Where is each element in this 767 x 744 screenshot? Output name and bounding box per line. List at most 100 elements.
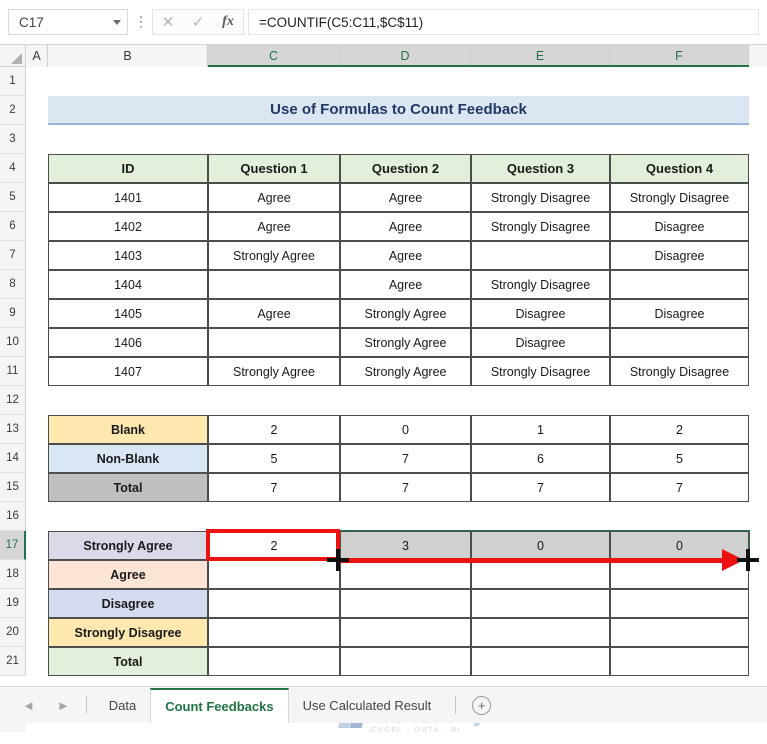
table-cell[interactable]: 1407 — [48, 357, 208, 386]
table-cell[interactable]: Agree — [208, 212, 340, 241]
table-cell[interactable]: 7 — [610, 473, 749, 502]
table-cell[interactable]: 1401 — [48, 183, 208, 212]
table-cell[interactable]: Agree — [340, 183, 471, 212]
table-cell[interactable] — [340, 618, 471, 647]
sheet-tab-data[interactable]: Data — [95, 688, 150, 723]
response-row-label[interactable]: Strongly Agree — [48, 531, 208, 560]
table-cell[interactable] — [471, 589, 610, 618]
table-cell[interactable]: Strongly Disagree — [471, 183, 610, 212]
table-cell[interactable]: 6 — [471, 444, 610, 473]
chevron-down-icon[interactable] — [113, 19, 121, 25]
check-icon[interactable]: ✓ — [183, 10, 213, 34]
row-header-2[interactable]: 2 — [0, 96, 26, 125]
row-header-6[interactable]: 6 — [0, 212, 26, 241]
table-cell[interactable]: Strongly Disagree — [471, 357, 610, 386]
column-header-g[interactable] — [749, 45, 767, 67]
table-cell[interactable]: Strongly Agree — [208, 241, 340, 270]
table-cell[interactable]: 5 — [208, 444, 340, 473]
table-cell[interactable] — [610, 589, 749, 618]
table-cell[interactable] — [610, 647, 749, 676]
next-sheet-icon[interactable]: ► — [57, 698, 70, 713]
sheet-tab-count-feedbacks[interactable]: Count Feedbacks — [150, 687, 289, 723]
row-header-7[interactable]: 7 — [0, 241, 26, 270]
row-header-3[interactable]: 3 — [0, 125, 26, 154]
row-header-20[interactable]: 20 — [0, 618, 26, 647]
previous-sheet-icon[interactable]: ◄ — [22, 698, 35, 713]
name-box[interactable]: C17 — [8, 9, 128, 35]
table-cell[interactable] — [208, 560, 340, 589]
table-cell[interactable]: 1404 — [48, 270, 208, 299]
table-cell[interactable]: 2 — [208, 415, 340, 444]
table-cell[interactable] — [340, 589, 471, 618]
table-cell[interactable]: Strongly Disagree — [471, 270, 610, 299]
table-cell[interactable]: 1 — [471, 415, 610, 444]
table-cell[interactable]: Strongly Agree — [340, 357, 471, 386]
select-all-corner[interactable] — [0, 45, 26, 67]
table-cell[interactable]: Agree — [340, 212, 471, 241]
row-header-1[interactable]: 1 — [0, 67, 26, 96]
table-cell[interactable]: Strongly Agree — [340, 328, 471, 357]
table-cell[interactable] — [610, 270, 749, 299]
row-header-4[interactable]: 4 — [0, 154, 26, 183]
table-cell[interactable] — [471, 647, 610, 676]
table-cell[interactable] — [208, 618, 340, 647]
count-row-label[interactable]: Blank — [48, 415, 208, 444]
add-sheet-icon[interactable]: + — [472, 695, 492, 715]
row-header-13[interactable]: 13 — [0, 415, 26, 444]
row-header-15[interactable]: 15 — [0, 473, 26, 502]
row-header-8[interactable]: 8 — [0, 270, 26, 299]
table-cell[interactable]: Disagree — [610, 299, 749, 328]
table-cell[interactable] — [340, 560, 471, 589]
count-row-label[interactable]: Non-Blank — [48, 444, 208, 473]
table-cell[interactable] — [471, 241, 610, 270]
table-cell[interactable]: 2 — [610, 415, 749, 444]
table-cell[interactable] — [340, 647, 471, 676]
table-cell[interactable]: Disagree — [610, 212, 749, 241]
active-cell-c17[interactable]: 2 — [208, 531, 340, 560]
table-cell[interactable]: 7 — [208, 473, 340, 502]
formula-input[interactable]: =COUNTIF(C5:C11,$C$11) — [248, 9, 759, 35]
row-header-5[interactable]: 5 — [0, 183, 26, 212]
row-header-19[interactable]: 19 — [0, 589, 26, 618]
table-cell[interactable]: 1406 — [48, 328, 208, 357]
more-options-icon[interactable] — [134, 9, 148, 35]
column-header-e[interactable]: E — [471, 45, 610, 67]
response-row-label[interactable]: Agree — [48, 560, 208, 589]
table-cell[interactable]: 1402 — [48, 212, 208, 241]
spreadsheet-grid[interactable]: A B C D E F 1 2 3 4 5 6 7 8 9 10 11 12 1… — [0, 45, 767, 734]
row-header-14[interactable]: 14 — [0, 444, 26, 473]
table-cell[interactable]: 0 — [471, 531, 610, 560]
row-header-21[interactable]: 21 — [0, 647, 26, 676]
row-header-11[interactable]: 11 — [0, 357, 26, 386]
column-header-f[interactable]: F — [610, 45, 749, 67]
sheet-tab-use-calculated-result[interactable]: Use Calculated Result — [289, 688, 446, 723]
column-header-c[interactable]: C — [208, 45, 340, 67]
feedback-header-q1[interactable]: Question 1 — [208, 154, 340, 183]
feedback-header-q2[interactable]: Question 2 — [340, 154, 471, 183]
table-cell[interactable] — [208, 270, 340, 299]
table-cell[interactable]: Disagree — [471, 328, 610, 357]
table-cell[interactable]: Agree — [208, 299, 340, 328]
table-cell[interactable]: 1403 — [48, 241, 208, 270]
table-cell[interactable]: Agree — [340, 270, 471, 299]
table-cell[interactable]: 1405 — [48, 299, 208, 328]
feedback-header-q4[interactable]: Question 4 — [610, 154, 749, 183]
table-cell[interactable]: 0 — [340, 415, 471, 444]
table-cell[interactable] — [610, 328, 749, 357]
response-row-label[interactable]: Disagree — [48, 589, 208, 618]
table-cell[interactable]: 7 — [340, 444, 471, 473]
table-cell[interactable]: Strongly Disagree — [471, 212, 610, 241]
table-cell[interactable]: Strongly Agree — [208, 357, 340, 386]
feedback-header-id[interactable]: ID — [48, 154, 208, 183]
table-cell[interactable]: Strongly Agree — [340, 299, 471, 328]
row-header-10[interactable]: 10 — [0, 328, 26, 357]
table-cell[interactable]: Disagree — [471, 299, 610, 328]
table-cell[interactable]: 7 — [340, 473, 471, 502]
column-header-b[interactable]: B — [48, 45, 208, 67]
cancel-icon[interactable]: ✕ — [153, 10, 183, 34]
table-cell[interactable]: 7 — [471, 473, 610, 502]
table-cell[interactable]: Strongly Disagree — [610, 357, 749, 386]
table-cell[interactable] — [208, 647, 340, 676]
response-row-label[interactable]: Total — [48, 647, 208, 676]
table-cell[interactable]: 3 — [340, 531, 471, 560]
